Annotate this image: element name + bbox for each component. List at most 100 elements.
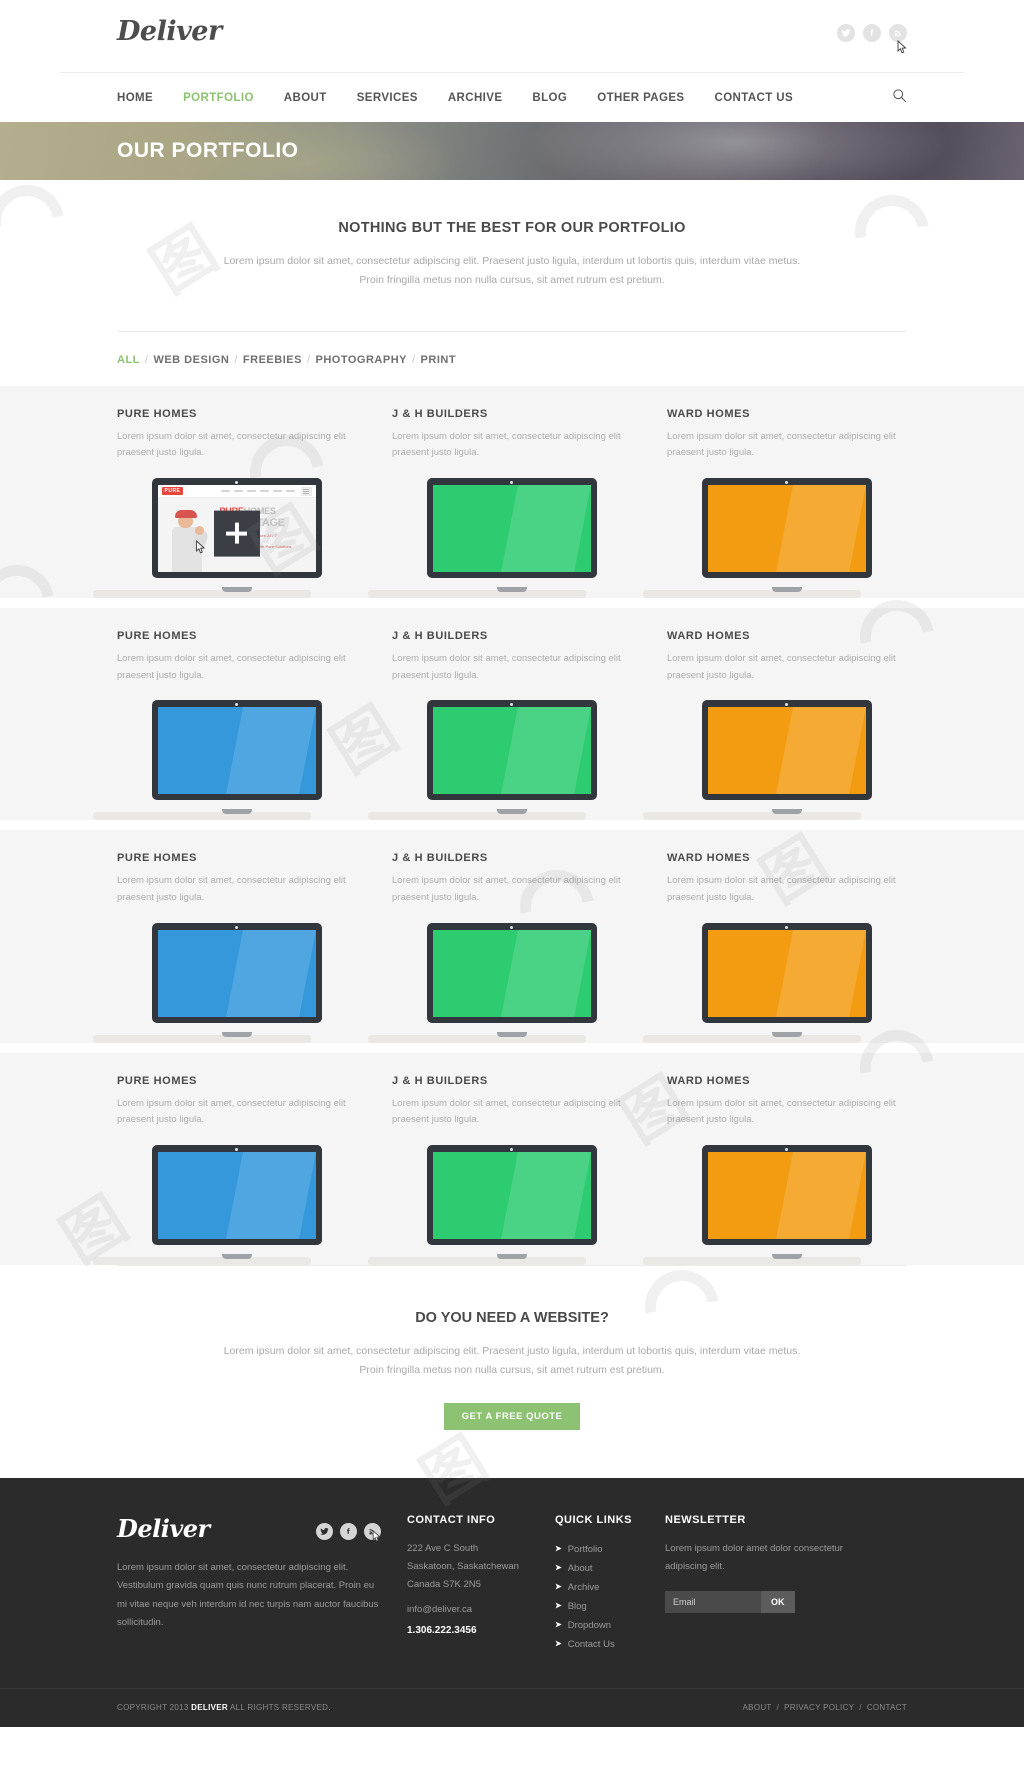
laptop-screen	[707, 707, 866, 795]
webcam-icon	[785, 481, 788, 485]
laptop-mockup	[643, 1144, 906, 1265]
site-logo[interactable]: Deliver	[117, 16, 222, 47]
portfolio-item[interactable]: WARD HOMES Lorem ipsum dolor sit amet, c…	[643, 407, 906, 599]
list-item[interactable]: ➤ About	[555, 1559, 665, 1578]
portfolio-item[interactable]: WARD HOMES Lorem ipsum dolor sit amet, c…	[643, 1075, 906, 1265]
nav-item-services[interactable]: SERVICES	[357, 92, 418, 104]
portfolio-item[interactable]: WARD HOMES Lorem ipsum dolor sit amet, c…	[643, 630, 906, 821]
mouse-cursor-header	[897, 40, 907, 54]
laptop-base	[93, 590, 311, 599]
quick-link-dropdown[interactable]: Dropdown	[568, 1616, 611, 1635]
laptop-screen	[707, 1151, 866, 1239]
laptop-mockup	[643, 922, 906, 1043]
quick-link-about[interactable]: About	[568, 1559, 593, 1578]
footer-columns: Deliver Lorem ipsum dolor sit amet, cons…	[117, 1514, 907, 1654]
filter-print[interactable]: PRINT	[421, 354, 457, 366]
newsletter-ok-button[interactable]: OK	[761, 1590, 795, 1613]
footer-link-privacy-policy[interactable]: PRIVACY POLICY	[784, 1703, 854, 1712]
nav-item-contact-us[interactable]: CONTACT US	[715, 92, 794, 104]
laptop-screen	[157, 707, 316, 795]
twitter-icon[interactable]	[316, 1523, 333, 1541]
footer-about-column: Deliver Lorem ipsum dolor sit amet, cons…	[117, 1514, 407, 1654]
cta-heading: DO YOU NEED A WEBSITE?	[415, 1309, 609, 1326]
footer-link-contact[interactable]: CONTACT	[867, 1703, 907, 1712]
quick-link-portfolio[interactable]: Portfolio	[568, 1540, 603, 1559]
nav-item-home[interactable]: HOME	[117, 92, 153, 104]
header-wrap: Deliver HOME PORTFOLIO ABOUT SERVICES AR…	[60, 0, 964, 122]
footer: Deliver Lorem ipsum dolor sit amet, cons…	[0, 1477, 1024, 1727]
portfolio-item[interactable]: J & H BUILDERS Lorem ipsum dolor sit ame…	[368, 1075, 631, 1265]
newsletter-email-input[interactable]	[665, 1590, 761, 1613]
laptop-mockup	[368, 478, 631, 599]
portfolio-item[interactable]: PURE HOMES Lorem ipsum dolor sit amet, c…	[93, 630, 356, 821]
nav-item-blog[interactable]: BLOG	[532, 92, 567, 104]
filter-web-design[interactable]: WEB DESIGN	[153, 354, 229, 366]
nav-item-other-pages[interactable]: OTHER PAGES	[597, 92, 684, 104]
list-item[interactable]: ➤ Blog	[555, 1597, 665, 1616]
footer-social-list	[316, 1523, 381, 1542]
search-icon[interactable]	[892, 88, 907, 108]
portfolio-item[interactable]: J & H BUILDERS Lorem ipsum dolor sit ame…	[368, 407, 631, 599]
quick-links-heading: QUICK LINKS	[555, 1513, 632, 1526]
quick-link-blog[interactable]: Blog	[568, 1597, 587, 1616]
filter-photography[interactable]: PHOTOGRAPHY	[316, 354, 407, 366]
portfolio-item[interactable]: PURE HOMES Lorem ipsum dolor sit amet, c…	[93, 852, 356, 1043]
laptop-lid	[701, 1144, 872, 1245]
mouse-cursor-footer	[372, 1530, 381, 1542]
nav-item-portfolio[interactable]: PORTFOLIO	[183, 92, 254, 104]
portfolio-item[interactable]: PURE HOMES Lorem ipsum dolor sit amet, c…	[93, 1075, 356, 1265]
webcam-icon	[510, 703, 513, 707]
portfolio-item-title: WARD HOMES	[667, 630, 750, 643]
portfolio-item[interactable]: WARD HOMES Lorem ipsum dolor sit amet, c…	[643, 852, 906, 1043]
filter-freebies[interactable]: FREEBIES	[243, 354, 302, 366]
facebook-icon[interactable]	[863, 24, 881, 42]
laptop-screen	[707, 485, 866, 573]
quick-link-contact-us[interactable]: Contact Us	[568, 1635, 615, 1654]
portfolio-item[interactable]: J & H BUILDERS Lorem ipsum dolor sit ame…	[368, 852, 631, 1043]
laptop-notch	[771, 809, 802, 815]
rss-icon[interactable]	[364, 1523, 381, 1542]
quick-link-archive[interactable]: Archive	[568, 1578, 600, 1597]
footer-logo[interactable]: Deliver	[117, 1514, 210, 1543]
chevron-right-icon: ➤	[555, 1544, 562, 1554]
portfolio-item-title: J & H BUILDERS	[392, 852, 488, 865]
footer-link-about[interactable]: ABOUT	[743, 1703, 772, 1712]
portfolio-item[interactable]: J & H BUILDERS Lorem ipsum dolor sit ame…	[368, 630, 631, 821]
copyright-post: ALL RIGHTS RESERVED.	[230, 1703, 331, 1713]
nav-item-about[interactable]: ABOUT	[284, 92, 327, 104]
nav-item-archive[interactable]: ARCHIVE	[448, 92, 503, 104]
list-item[interactable]: ➤ Dropdown	[555, 1616, 665, 1635]
list-item[interactable]: ➤ Portfolio	[555, 1540, 665, 1559]
footer-bottom-bar: COPYRIGHT 2013 DELIVER ALL RIGHTS RESERV…	[0, 1687, 1024, 1727]
twitter-icon[interactable]	[837, 24, 855, 42]
portfolio-filter-bar: ALL / WEB DESIGN / FREEBIES / PHOTOGRAPHY / PRIN…	[117, 353, 457, 366]
address-line-1: 222 Ave C South	[407, 1542, 479, 1554]
portfolio-item-title: WARD HOMES	[667, 407, 750, 420]
portfolio-item-desc: Lorem ipsum dolor sit amet, consectetur …	[667, 653, 896, 681]
laptop-notch	[496, 809, 527, 815]
chevron-right-icon: ➤	[555, 1582, 562, 1592]
laptop-mockup	[643, 478, 906, 599]
row-divider	[0, 598, 1024, 609]
webcam-icon	[510, 925, 513, 929]
list-item[interactable]: ➤ Archive	[555, 1578, 665, 1597]
footer-quick-links-column: QUICK LINKS ➤ Portfolio ➤ About ➤ Archive ➤…	[555, 1514, 665, 1654]
mock-site-header: PURE	[157, 485, 316, 499]
contact-email[interactable]: info@deliver.ca	[407, 1604, 555, 1615]
filter-all[interactable]: ALL	[117, 354, 140, 366]
webcam-icon	[235, 1147, 238, 1151]
quick-links-list: ➤ Portfolio ➤ About ➤ Archive ➤ Blog ➤ Dropdo…	[555, 1540, 665, 1654]
copyright-pre: COPYRIGHT 2013	[117, 1703, 189, 1713]
laptop-screen	[157, 929, 316, 1017]
list-item[interactable]: ➤ Contact Us	[555, 1635, 665, 1654]
portfolio-item-desc: Lorem ipsum dolor sit amet, consectetur …	[392, 875, 621, 903]
plus-icon[interactable]	[213, 510, 260, 557]
footer-about-text: Lorem ipsum dolor sit amet, consectetur …	[117, 1561, 379, 1629]
get-a-free-quote-button[interactable]: GET A FREE QUOTE	[443, 1402, 581, 1430]
portfolio-item-title: J & H BUILDERS	[392, 407, 488, 420]
portfolio-item[interactable]: PURE HOMES Lorem ipsum dolor sit amet, c…	[93, 408, 356, 599]
portfolio-item-desc: Lorem ipsum dolor sit amet, consectetur …	[667, 1097, 896, 1126]
newsletter-heading: NEWSLETTER	[665, 1513, 746, 1526]
facebook-icon[interactable]	[340, 1523, 357, 1541]
row-divider	[0, 820, 1024, 831]
